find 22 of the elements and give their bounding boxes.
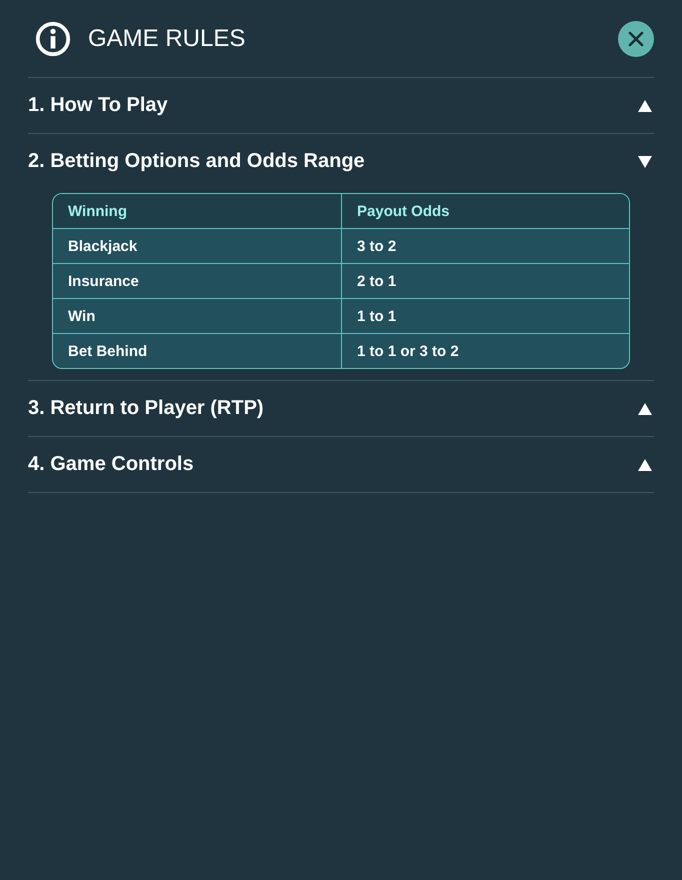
close-button[interactable] xyxy=(618,20,654,56)
caret-icon xyxy=(638,458,652,470)
table-cell-text: Blackjack xyxy=(67,236,138,256)
section-header[interactable]: 2. Betting Options and Odds Range xyxy=(28,134,654,189)
table-cell-text: Win xyxy=(67,306,96,326)
table-cell: 3 to 2 xyxy=(341,229,629,263)
info-icon xyxy=(34,20,72,58)
column-header: Payout Odds xyxy=(341,194,629,228)
column-header: Winning xyxy=(67,202,128,222)
table-cell: 2 to 1 xyxy=(341,264,629,298)
caret-icon xyxy=(638,156,652,168)
close-icon xyxy=(626,28,646,48)
caret-icon xyxy=(638,402,652,414)
table-cell: 1 to 1 xyxy=(341,299,629,333)
caret-icon xyxy=(638,100,652,112)
section-header[interactable]: 1. How To Play xyxy=(28,78,654,133)
dialog-title: GAME RULES xyxy=(88,24,246,52)
table-cell: 1 to 1 or 3 to 2 xyxy=(341,334,629,368)
table-cell-text: Insurance xyxy=(67,272,140,292)
table-cell-text: Bet Behind xyxy=(67,342,148,362)
section-header[interactable]: 4. Game Controls xyxy=(28,437,654,492)
section-header[interactable]: 3. Return to Player (RTP) xyxy=(28,381,654,436)
